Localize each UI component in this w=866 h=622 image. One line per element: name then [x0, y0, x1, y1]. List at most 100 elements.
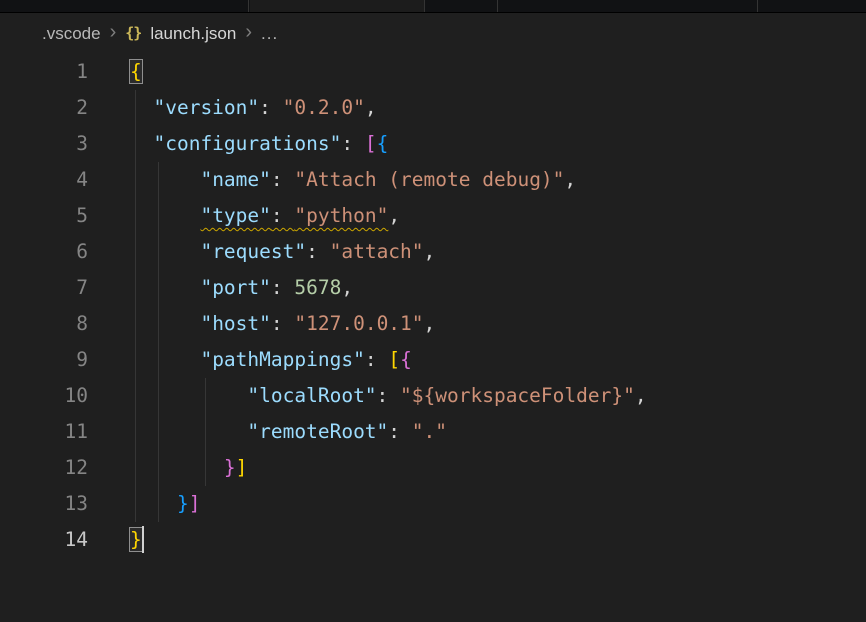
code-token: ".": [412, 420, 447, 443]
code-content: "host": "127.0.0.1",: [88, 306, 435, 342]
code-token: "127.0.0.1": [294, 312, 423, 335]
line-number[interactable]: 9: [0, 342, 88, 378]
code-token: }: [224, 456, 236, 479]
code-token: {: [400, 348, 412, 371]
json-file-icon: {}: [125, 24, 141, 42]
code-token: :: [377, 384, 400, 407]
line-number[interactable]: 2: [0, 90, 88, 126]
code-token: "request": [200, 240, 306, 263]
matched-bracket: }: [130, 528, 142, 551]
code-token: :: [306, 240, 329, 263]
code-token: 5678: [294, 276, 341, 299]
line-number[interactable]: 11: [0, 414, 88, 450]
code-token: "remoteRoot": [247, 420, 388, 443]
code-token: "Attach (remote debug)": [294, 168, 564, 191]
text-cursor: [142, 526, 144, 553]
indent-spaces: [130, 456, 224, 479]
code-line[interactable]: 9 "pathMappings": [{: [0, 342, 866, 378]
line-number[interactable]: 14: [0, 522, 88, 558]
tab-separator: [424, 0, 425, 12]
code-content: "pathMappings": [{: [88, 342, 412, 378]
code-token: "python": [294, 204, 388, 227]
indent-guide: [135, 306, 136, 342]
code-token: ,: [365, 96, 377, 119]
indent-guide: [135, 342, 136, 378]
tab-separator: [757, 0, 758, 12]
code-content: "configurations": [{: [88, 126, 388, 162]
code-token: ]: [236, 456, 248, 479]
code-token: "version": [153, 96, 259, 119]
breadcrumb-folder[interactable]: .vscode: [42, 24, 101, 44]
code-line[interactable]: 7 "port": 5678,: [0, 270, 866, 306]
breadcrumb: .vscode › {} launch.json › ...: [0, 13, 866, 54]
indent-guide: [135, 198, 136, 234]
editor[interactable]: 1{2 "version": "0.2.0",3 "configurations…: [0, 54, 866, 558]
indent-guide: [135, 414, 136, 450]
indent-spaces: [130, 348, 200, 371]
code-token: "attach": [330, 240, 424, 263]
code-token: ,: [341, 276, 353, 299]
code-content: "request": "attach",: [88, 234, 435, 270]
indent-guide: [158, 270, 159, 306]
code-line[interactable]: 5 "type": "python",: [0, 198, 866, 234]
indent-guide: [158, 306, 159, 342]
code-line[interactable]: 11 "remoteRoot": ".": [0, 414, 866, 450]
code-token: [: [388, 348, 400, 371]
indent-spaces: [130, 384, 247, 407]
code-token: :: [365, 348, 388, 371]
indent-guide: [135, 270, 136, 306]
tab-segment[interactable]: [250, 0, 424, 12]
chevron-right-icon: ›: [245, 22, 252, 42]
code-content: "name": "Attach (remote debug)",: [88, 162, 576, 198]
code-token: :: [271, 204, 294, 227]
code-token: "name": [200, 168, 270, 191]
code-token: }: [177, 492, 189, 515]
code-line[interactable]: 13 }]: [0, 486, 866, 522]
code-token: "${workspaceFolder}": [400, 384, 635, 407]
code-content: "port": 5678,: [88, 270, 353, 306]
line-number[interactable]: 7: [0, 270, 88, 306]
line-number[interactable]: 8: [0, 306, 88, 342]
code-token: "pathMappings": [200, 348, 364, 371]
code-content: }: [88, 522, 144, 558]
indent-guide: [158, 342, 159, 378]
indent-spaces: [130, 240, 200, 263]
line-number[interactable]: 3: [0, 126, 88, 162]
code-line[interactable]: 4 "name": "Attach (remote debug)",: [0, 162, 866, 198]
line-number[interactable]: 4: [0, 162, 88, 198]
code-content: {: [88, 54, 142, 90]
code-line[interactable]: 14}: [0, 522, 866, 558]
breadcrumb-symbol-ellipsis[interactable]: ...: [261, 24, 278, 44]
indent-guide: [135, 486, 136, 522]
line-number[interactable]: 1: [0, 54, 88, 90]
line-number[interactable]: 13: [0, 486, 88, 522]
code-line[interactable]: 10 "localRoot": "${workspaceFolder}",: [0, 378, 866, 414]
chevron-right-icon: ›: [110, 22, 117, 42]
code-token: :: [388, 420, 411, 443]
code-line[interactable]: 6 "request": "attach",: [0, 234, 866, 270]
code-line[interactable]: 8 "host": "127.0.0.1",: [0, 306, 866, 342]
code-line[interactable]: 1{: [0, 54, 866, 90]
code-line[interactable]: 2 "version": "0.2.0",: [0, 90, 866, 126]
line-number[interactable]: 10: [0, 378, 88, 414]
indent-guide: [158, 198, 159, 234]
code-token: :: [259, 96, 282, 119]
line-number[interactable]: 6: [0, 234, 88, 270]
indent-guide: [135, 162, 136, 198]
indent-guide: [135, 126, 136, 162]
line-number[interactable]: 5: [0, 198, 88, 234]
indent-guide: [158, 486, 159, 522]
indent-guide: [158, 414, 159, 450]
line-number[interactable]: 12: [0, 450, 88, 486]
tab-separator: [248, 0, 249, 12]
code-line[interactable]: 12 }]: [0, 450, 866, 486]
code-token: :: [271, 276, 294, 299]
editor-lines: 1{2 "version": "0.2.0",3 "configurations…: [0, 54, 866, 558]
code-token: :: [271, 168, 294, 191]
breadcrumb-file[interactable]: launch.json: [150, 24, 236, 44]
indent-guide: [158, 234, 159, 270]
tab-bar[interactable]: [0, 0, 866, 13]
indent-guide: [135, 234, 136, 270]
indent-guide: [158, 378, 159, 414]
code-line[interactable]: 3 "configurations": [{: [0, 126, 866, 162]
